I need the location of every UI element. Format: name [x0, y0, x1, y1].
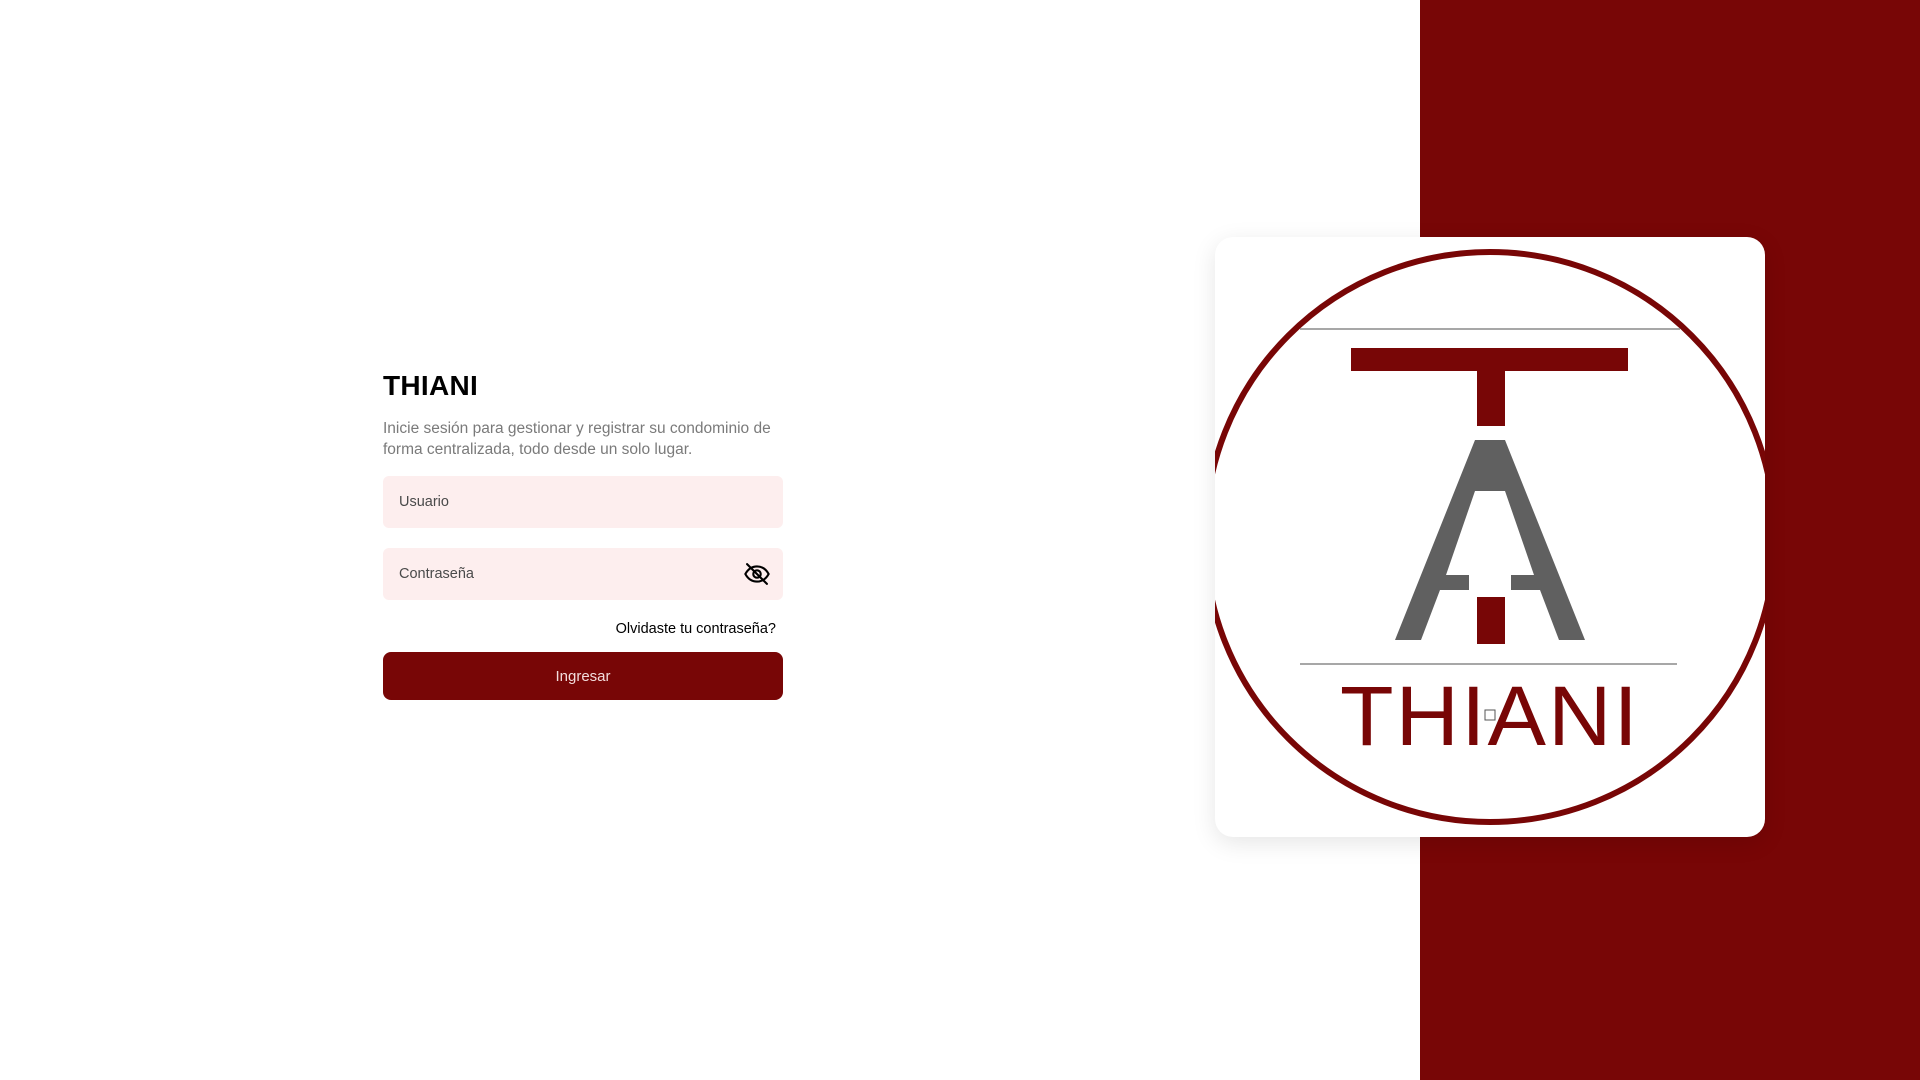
login-form: THIANI Inicie sesión para gestionar y re…: [383, 370, 783, 700]
password-field-wrapper: [383, 548, 783, 600]
forgot-password-link[interactable]: Olvidaste tu contraseña?: [616, 621, 776, 637]
thiani-logo: THIANI: [1215, 249, 1765, 825]
password-input[interactable]: [383, 548, 783, 600]
username-input[interactable]: [383, 476, 783, 528]
logo-wordmark: THIANI: [1340, 669, 1640, 763]
username-field-wrapper: [383, 476, 783, 528]
forgot-password-row: Olvidaste tu contraseña?: [383, 620, 783, 638]
logo-t-stem-top: [1477, 371, 1505, 426]
login-page: THIANI Inicie sesión para gestionar y re…: [0, 0, 1920, 1080]
brand-title: THIANI: [383, 370, 479, 401]
eye-off-icon[interactable]: [743, 560, 771, 588]
login-button[interactable]: Ingresar: [383, 652, 783, 700]
login-subtitle: Inicie sesión para gestionar y registrar…: [383, 420, 771, 458]
logo-card: THIANI: [1215, 237, 1765, 837]
logo-t-crossbar: [1351, 348, 1628, 371]
logo-t-stem-bottom: [1477, 597, 1505, 644]
